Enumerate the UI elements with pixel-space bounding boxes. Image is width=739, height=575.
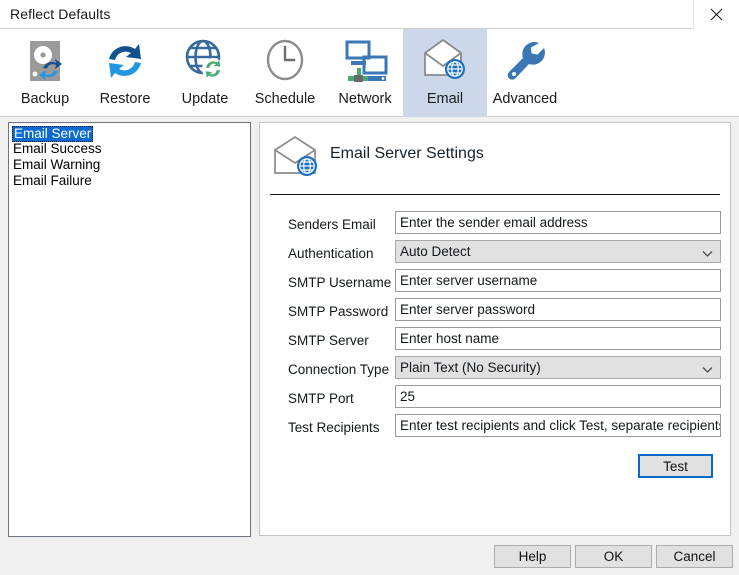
list-item[interactable]: Email Server — [9, 125, 250, 142]
toolbar: Backup Restore Update Schedule Network E… — [0, 29, 739, 117]
tab-advanced[interactable]: Advanced — [483, 29, 567, 117]
form-row-smtp-port: SMTP Port 25 — [260, 385, 730, 414]
smtp-port-input[interactable]: 25 — [395, 385, 721, 408]
email-section-list[interactable]: Email Server Email Success Email Warning… — [8, 122, 251, 537]
hard-disk-backup-icon — [15, 32, 75, 90]
sidebar-item-email-failure[interactable]: Email Failure — [10, 173, 249, 189]
tab-backup[interactable]: Backup — [3, 29, 87, 117]
window-title: Reflect Defaults — [10, 6, 111, 22]
email-server-form: Senders Email Enter the sender email add… — [260, 211, 730, 443]
tab-label: Update — [181, 91, 229, 107]
test-button[interactable]: Test — [638, 454, 713, 478]
smtp-username-label: SMTP Username — [288, 275, 392, 290]
connection-type-value: Plain Text (No Security) — [400, 360, 541, 375]
close-button[interactable] — [693, 0, 739, 29]
form-row-smtp-username: SMTP Username Enter server username — [260, 269, 730, 298]
smtp-server-input[interactable]: Enter host name — [395, 327, 721, 350]
form-row-connection-type: Connection Type Plain Text (No Security) — [260, 356, 730, 385]
form-row-smtp-server: SMTP Server Enter host name — [260, 327, 730, 356]
tab-label: Advanced — [492, 91, 558, 107]
ok-button[interactable]: OK — [575, 545, 652, 568]
sidebar-item-email-warning[interactable]: Email Warning — [10, 157, 249, 173]
smtp-port-label: SMTP Port — [288, 391, 354, 406]
dialog-window: Reflect Defaults Backup Restore Update S… — [0, 0, 739, 575]
form-row-smtp-password: SMTP Password Enter server password — [260, 298, 730, 327]
help-button[interactable]: Help — [494, 545, 571, 568]
tab-schedule[interactable]: Schedule — [243, 29, 327, 117]
chevron-down-icon — [701, 245, 714, 258]
page-title: Email Server Settings — [330, 145, 484, 162]
tab-label: Restore — [99, 91, 151, 107]
sidebar-item-email-server[interactable]: Email Server — [12, 126, 94, 142]
form-row-senders-email: Senders Email Enter the sender email add… — [260, 211, 730, 240]
restore-arrows-icon — [95, 32, 155, 90]
network-computers-icon — [335, 32, 395, 90]
smtp-password-label: SMTP Password — [288, 304, 389, 319]
form-row-authentication: Authentication Auto Detect — [260, 240, 730, 269]
senders-email-input[interactable]: Enter the sender email address — [395, 211, 721, 234]
title-bar: Reflect Defaults — [0, 0, 739, 29]
connection-type-label: Connection Type — [288, 362, 390, 377]
authentication-value: Auto Detect — [400, 244, 471, 259]
panel-header: Email Server Settings — [260, 123, 730, 195]
chevron-down-icon — [701, 361, 714, 374]
tab-label: Email — [426, 91, 464, 107]
globe-refresh-icon — [175, 32, 235, 90]
clock-icon — [255, 32, 315, 90]
tab-email[interactable]: Email — [403, 29, 487, 117]
cancel-button[interactable]: Cancel — [656, 545, 733, 568]
form-row-test-recipients: Test Recipients Enter test recipients an… — [260, 414, 730, 443]
smtp-password-input[interactable]: Enter server password — [395, 298, 721, 321]
sidebar-item-email-success[interactable]: Email Success — [10, 141, 249, 157]
close-icon — [710, 8, 723, 21]
smtp-username-input[interactable]: Enter server username — [395, 269, 721, 292]
tab-label: Schedule — [254, 91, 316, 107]
tab-network[interactable]: Network — [323, 29, 407, 117]
test-recipients-label: Test Recipients — [288, 420, 380, 435]
tab-restore[interactable]: Restore — [83, 29, 167, 117]
wrench-icon — [495, 32, 555, 90]
authentication-select[interactable]: Auto Detect — [395, 240, 721, 263]
envelope-globe-icon — [415, 32, 475, 90]
authentication-label: Authentication — [288, 246, 374, 261]
connection-type-select[interactable]: Plain Text (No Security) — [395, 356, 721, 379]
envelope-globe-icon — [269, 132, 325, 184]
test-button-label: Test — [663, 458, 688, 474]
tab-update[interactable]: Update — [163, 29, 247, 117]
test-recipients-input[interactable]: Enter test recipients and click Test, se… — [395, 414, 721, 437]
tab-label: Network — [338, 91, 392, 107]
senders-email-label: Senders Email — [288, 217, 376, 232]
settings-panel: Email Server Settings Senders Email Ente… — [259, 122, 731, 536]
tab-label: Backup — [20, 91, 70, 107]
smtp-server-label: SMTP Server — [288, 333, 369, 348]
header-divider — [270, 194, 720, 195]
